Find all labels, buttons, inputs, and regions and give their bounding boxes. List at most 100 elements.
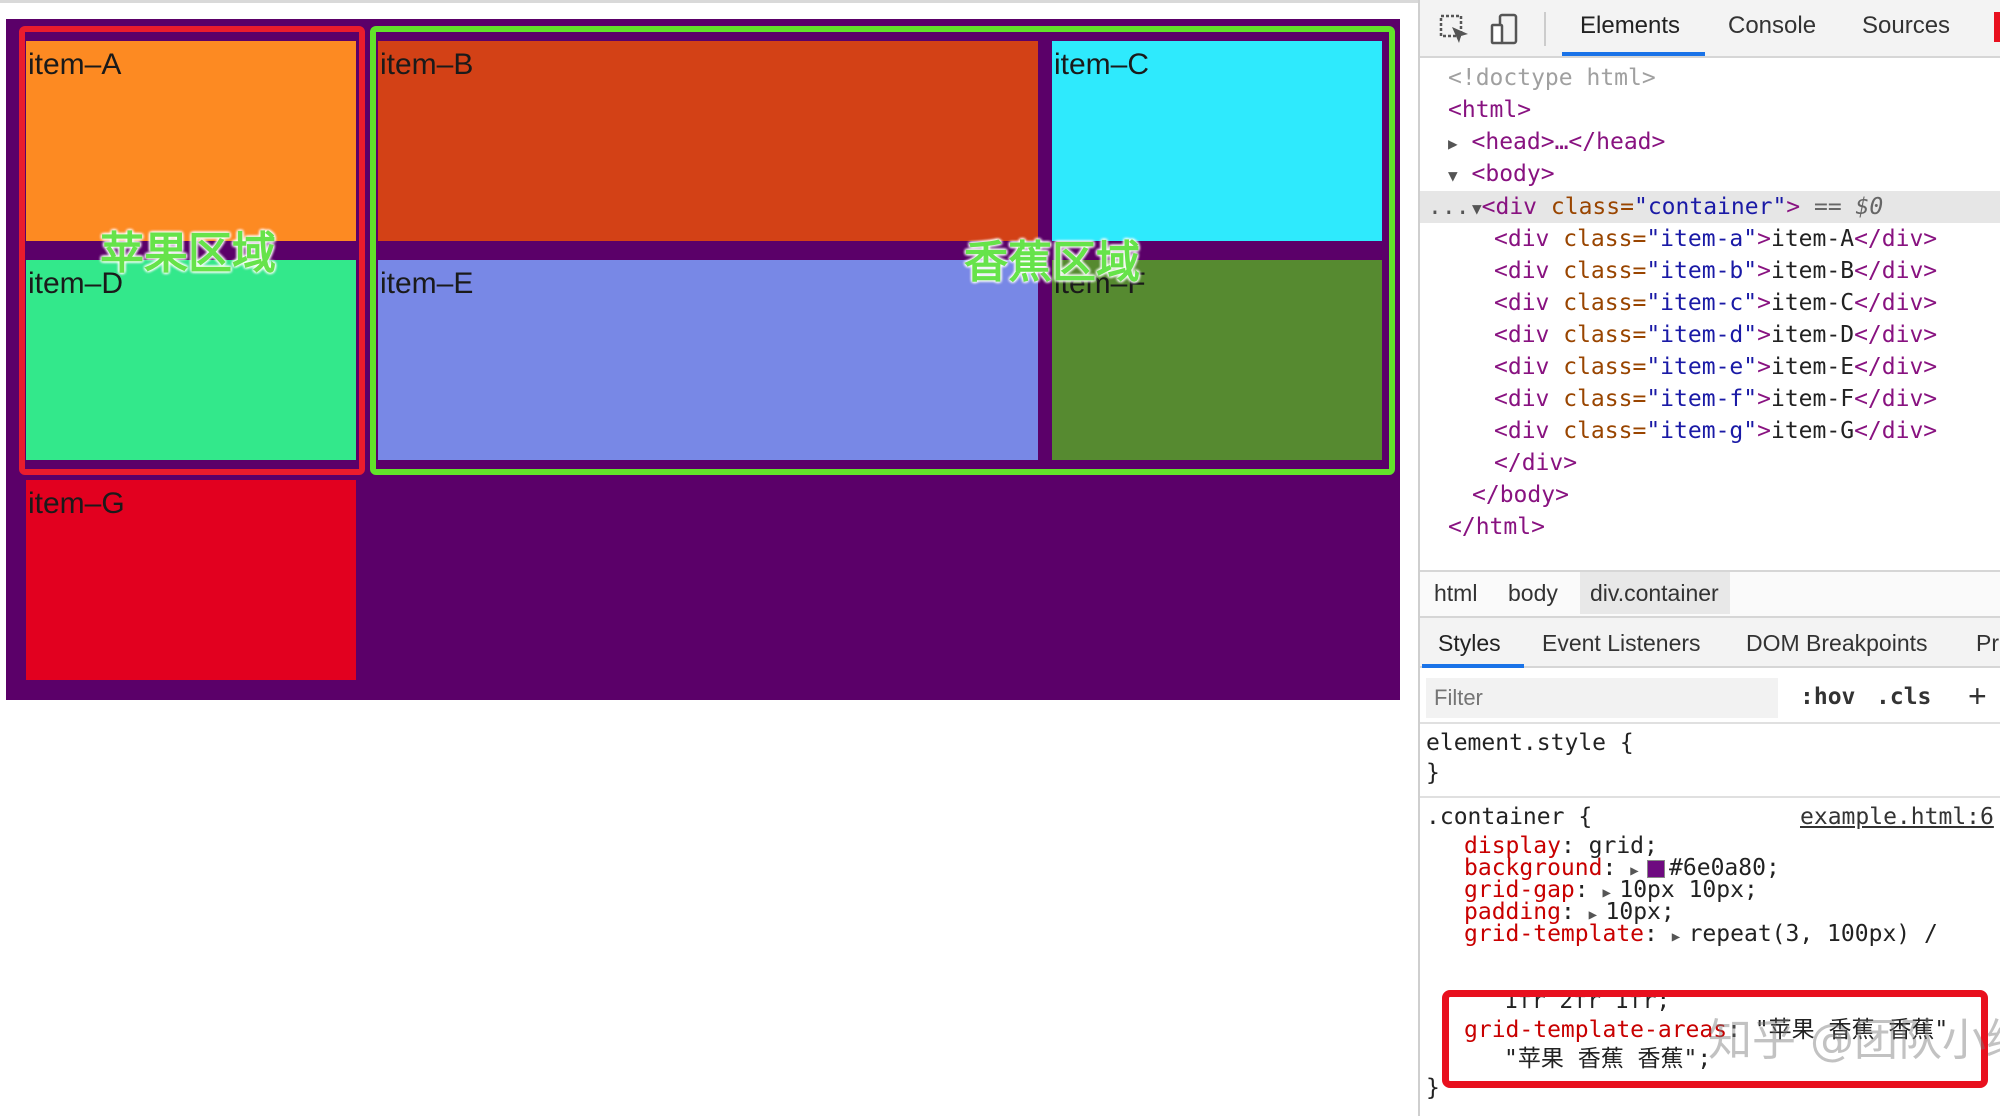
dom-doctype[interactable]: <!doctype html> [1448, 62, 1656, 94]
device-toggle-icon[interactable] [1488, 13, 1522, 47]
dom-child-text: item-G [1770, 418, 1855, 444]
subtab-event-listeners[interactable]: Event Listeners [1542, 630, 1701, 657]
tab-overflow-edge [1994, 12, 2000, 42]
dom-head-node[interactable]: ▶ <head>…</head> [1448, 126, 1665, 158]
dom-child-close-tag: </div> [1854, 418, 1938, 444]
dom-child-node[interactable]: <div class="item-a">item-A</div> [1494, 223, 1937, 255]
inspect-cursor-icon[interactable] [1438, 13, 1472, 47]
dom-child-attr: class= [1549, 226, 1647, 252]
css-property-name: grid-template [1464, 921, 1645, 947]
dom-child-class-value: "item-a" [1646, 226, 1758, 252]
dom-child-bracket: > [1757, 386, 1771, 412]
grid-item-g[interactable]: item–G [26, 480, 356, 680]
dom-child-attr: class= [1549, 290, 1647, 316]
breadcrumb-div-container[interactable]: div.container [1590, 580, 1719, 607]
dom-child-close-tag: </div> [1854, 354, 1938, 380]
css-property-value: repeat(3, 100px) / [1688, 921, 1938, 947]
dom-child-attr: class= [1549, 386, 1647, 412]
dom-head-text: <head>…</head> [1471, 129, 1666, 155]
cls-toggle[interactable]: .cls [1876, 684, 1931, 710]
dom-child-close-tag: </div> [1854, 386, 1938, 412]
collapse-triangle-icon[interactable]: ▼ [1472, 199, 1482, 218]
dom-child-node[interactable]: <div class="item-g">item-G</div> [1494, 415, 1937, 447]
banana-region-label: 香蕉区域 [964, 237, 1140, 288]
container-rule-source-link[interactable]: example.html:6 [1800, 803, 1994, 831]
dom-child-close-tag: </div> [1854, 290, 1938, 316]
dom-child-node[interactable]: <div class="item-e">item-E</div> [1494, 351, 1937, 383]
dom-child-open-tag: <div [1494, 258, 1550, 284]
subtab-styles[interactable]: Styles [1438, 630, 1501, 657]
expand-triangle-icon[interactable]: ▶ [1448, 134, 1458, 153]
dom-child-node[interactable]: <div class="item-f">item-F</div> [1494, 383, 1937, 415]
dom-selected-marker: == $0 [1800, 194, 1884, 220]
dom-child-node[interactable]: <div class="item-b">item-B</div> [1494, 255, 1937, 287]
dom-child-node[interactable]: <div class="item-d">item-D</div> [1494, 319, 1937, 351]
tab-elements-active-indicator [1562, 52, 1705, 56]
dom-child-open-tag: <div [1494, 418, 1550, 444]
dom-html-close[interactable]: </html> [1448, 511, 1545, 543]
hov-toggle[interactable]: :hov [1800, 684, 1855, 710]
dom-child-text: item-B [1770, 258, 1855, 284]
dom-child-text: item-A [1770, 226, 1855, 252]
styles-divider-2 [1420, 796, 2000, 798]
dom-container-close: > [1786, 194, 1801, 220]
styles-divider-1 [1420, 722, 2000, 724]
dom-row-ellipsis[interactable]: ... [1428, 191, 1470, 223]
dom-child-text: item-D [1770, 322, 1855, 348]
breadcrumb-body[interactable]: body [1508, 580, 1558, 607]
subtab-properties-truncated[interactable]: Pr [1976, 630, 1999, 657]
tab-console[interactable]: Console [1728, 12, 1816, 40]
dom-child-text: item-F [1770, 386, 1855, 412]
dom-child-node[interactable]: <div class="item-c">item-C</div> [1494, 287, 1937, 319]
element-style-close: } [1426, 760, 1440, 786]
dom-child-text: item-C [1770, 290, 1855, 316]
styles-filter-input[interactable] [1426, 678, 1778, 718]
container-rule-selector[interactable]: .container { [1426, 803, 1592, 831]
dom-container-attr: class= [1537, 194, 1634, 220]
toolbar-divider [1544, 12, 1546, 46]
dom-child-text: item-E [1770, 354, 1855, 380]
dom-child-class-value: "item-e" [1646, 354, 1758, 380]
new-style-rule-button[interactable]: + [1968, 678, 1987, 715]
dom-child-bracket: > [1757, 258, 1771, 284]
dom-container-value: "container" [1633, 194, 1787, 220]
dom-child-bracket: > [1757, 418, 1771, 444]
dom-child-close-tag: </div> [1854, 322, 1938, 348]
element-style-selector[interactable]: element.style { [1426, 729, 1634, 757]
dom-child-attr: class= [1549, 258, 1647, 284]
dom-child-open-tag: <div [1494, 354, 1550, 380]
dom-html-open[interactable]: <html> [1448, 94, 1531, 126]
dom-child-open-tag: <div [1494, 386, 1550, 412]
dom-child-bracket: > [1757, 322, 1771, 348]
tab-sources[interactable]: Sources [1862, 12, 1950, 40]
dom-child-open-tag: <div [1494, 322, 1550, 348]
subtab-styles-active-indicator [1422, 664, 1524, 668]
tab-elements[interactable]: Elements [1580, 12, 1680, 40]
dom-child-bracket: > [1757, 290, 1771, 316]
expand-shorthand-icon[interactable]: ▶ [1672, 929, 1689, 945]
devtools-panel: Elements Console Sources <!doctype html>… [1418, 0, 2000, 1116]
dom-div-close[interactable]: </div> [1494, 447, 1577, 479]
color-swatch-icon[interactable] [1647, 859, 1666, 878]
dom-child-class-value: "item-b" [1646, 258, 1758, 284]
banana-region-outline [370, 26, 1395, 475]
dom-child-attr: class= [1549, 418, 1647, 444]
dom-body-node[interactable]: ▼ <body> [1448, 158, 1555, 190]
dom-child-open-tag: <div [1494, 290, 1550, 316]
dom-child-class-value: "item-d" [1646, 322, 1758, 348]
dom-tree: <!doctype html> <html> ▶ <head>…</head> … [1420, 62, 2000, 562]
dom-child-class-value: "item-f" [1646, 386, 1758, 412]
css-declaration[interactable]: grid-template: ▶ repeat(3, 100px) / [1464, 920, 1938, 951]
viewport-top-border [0, 0, 1418, 3]
dom-child-close-tag: </div> [1854, 226, 1938, 252]
subtab-dom-breakpoints[interactable]: DOM Breakpoints [1746, 630, 1928, 657]
grid-container[interactable]: item–A item–B item–C item–D item–E item–… [6, 19, 1400, 700]
breadcrumb-html[interactable]: html [1434, 580, 1477, 607]
dom-child-open-tag: <div [1494, 226, 1550, 252]
dom-container-tag: <div [1481, 194, 1538, 220]
dom-body-close[interactable]: </body> [1472, 479, 1569, 511]
collapse-triangle-icon[interactable]: ▼ [1448, 166, 1458, 185]
dom-body-text: <body> [1471, 161, 1555, 187]
dom-child-class-value: "item-c" [1646, 290, 1758, 316]
dom-container-node[interactable]: ▼<div class="container"> == $0 [1472, 191, 1883, 223]
